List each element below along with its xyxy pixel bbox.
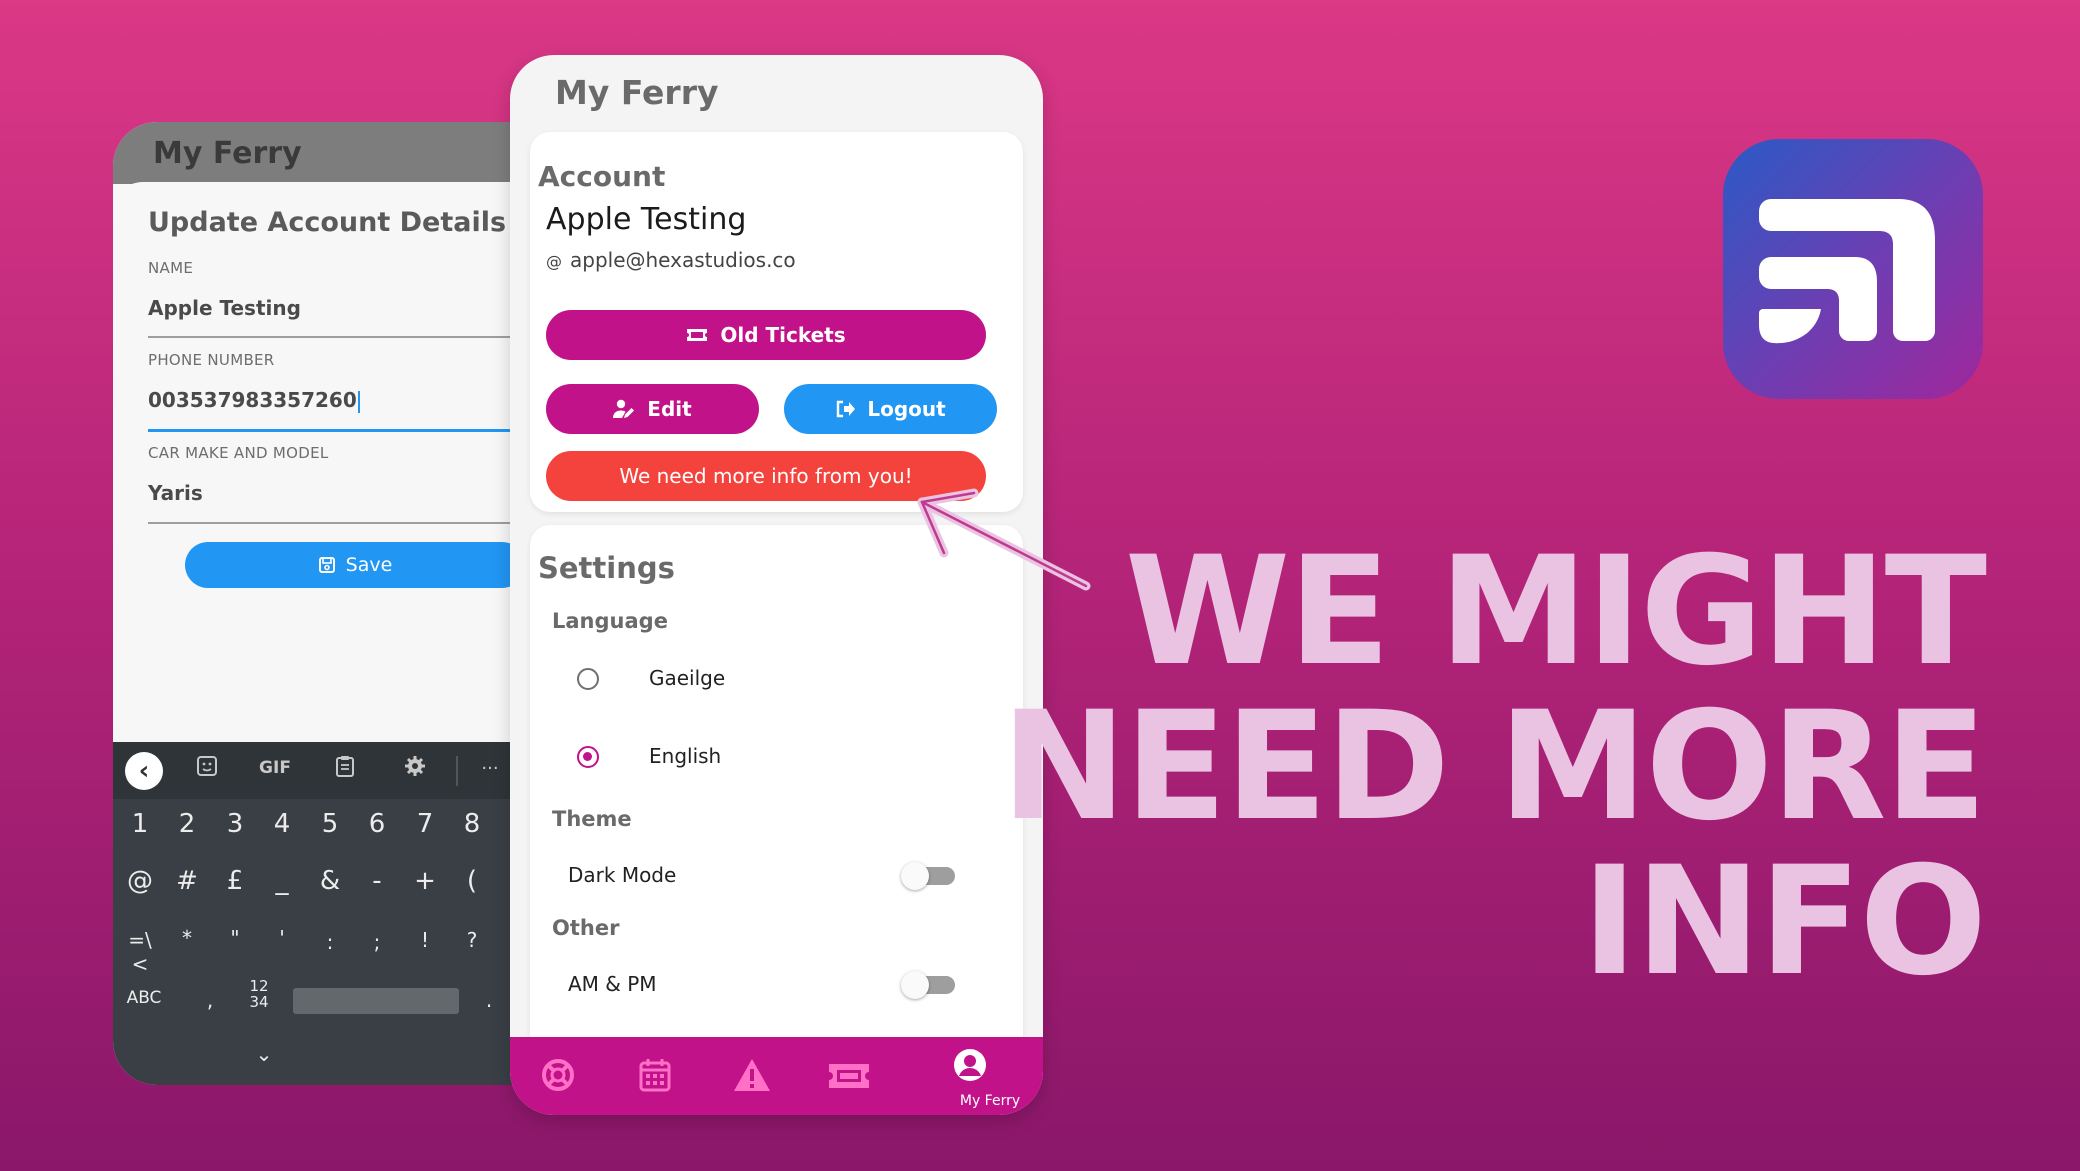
- text-caret: [357, 390, 360, 413]
- key[interactable]: 6: [357, 809, 397, 839]
- account-icon[interactable]: [950, 1047, 990, 1087]
- key[interactable]: 4: [262, 809, 302, 839]
- old-tickets-label: Old Tickets: [720, 323, 846, 347]
- key[interactable]: .: [479, 988, 499, 1012]
- logout-button[interactable]: Logout: [784, 384, 997, 434]
- radio-gaeilge[interactable]: [577, 668, 599, 690]
- theme-heading: Theme: [552, 807, 632, 831]
- key[interactable]: ;: [357, 930, 397, 954]
- option-gaeilge-label: Gaeilge: [649, 666, 726, 690]
- key[interactable]: ,: [190, 988, 230, 1012]
- key[interactable]: (: [452, 866, 492, 896]
- key[interactable]: !: [405, 928, 445, 952]
- toolbar-divider: [456, 756, 458, 786]
- email-text: apple@hexastudios.co: [570, 248, 796, 272]
- account-heading: Account: [538, 160, 666, 193]
- logout-icon: [837, 400, 856, 418]
- edit-label: Edit: [647, 397, 692, 421]
- abc-key[interactable]: ABC: [120, 988, 168, 1008]
- at-icon: @: [546, 252, 562, 271]
- calendar-icon[interactable]: [635, 1057, 675, 1097]
- logout-label: Logout: [867, 397, 946, 421]
- key[interactable]: ': [262, 926, 302, 950]
- settings-heading: Settings: [538, 551, 675, 585]
- headline-line-1: WE MIGHT: [1124, 525, 1987, 699]
- pointer-arrow: [917, 488, 1091, 591]
- name-field[interactable]: Apple Testing: [148, 296, 301, 320]
- help-lifebuoy-icon[interactable]: [538, 1057, 578, 1097]
- car-field[interactable]: Yaris: [148, 481, 203, 505]
- name-underline: [148, 336, 513, 338]
- phone-value: 003537983357260: [148, 388, 357, 412]
- app-title: My Ferry: [555, 73, 719, 112]
- ticket-icon[interactable]: [828, 1057, 869, 1097]
- key[interactable]: #: [167, 866, 207, 896]
- key[interactable]: 2: [167, 809, 207, 839]
- on-screen-keyboard: ‹ GIF ··· 1 2 3 4 5 6 7 8 @ # £ _ & - + …: [113, 742, 513, 1085]
- language-heading: Language: [552, 609, 668, 633]
- dark-mode-toggle[interactable]: [901, 862, 955, 890]
- car-underline: [148, 522, 513, 524]
- bottom-navigation: My Ferry: [510, 1037, 1043, 1115]
- phone-field[interactable]: 003537983357260: [148, 388, 360, 413]
- key[interactable]: 7: [405, 809, 445, 839]
- key[interactable]: 3: [215, 809, 255, 839]
- key[interactable]: *: [167, 926, 207, 950]
- name-label: NAME: [148, 259, 194, 277]
- key[interactable]: 8: [452, 809, 492, 839]
- phone-underline: [148, 429, 513, 432]
- phone-label: PHONE NUMBER: [148, 351, 275, 369]
- radio-english[interactable]: [577, 746, 599, 768]
- key[interactable]: =\<: [120, 928, 160, 976]
- ampm-toggle[interactable]: [901, 971, 955, 999]
- numpad-bottom: 34: [249, 993, 269, 1011]
- key[interactable]: -: [357, 866, 397, 896]
- update-account-screen: My Ferry Update Account Details NAME App…: [113, 122, 513, 1085]
- sticker-icon[interactable]: [190, 754, 224, 784]
- keyboard-toolbar: [113, 742, 513, 799]
- key[interactable]: &: [310, 866, 350, 896]
- key[interactable]: _: [262, 866, 302, 896]
- save-label: Save: [345, 554, 393, 576]
- key[interactable]: 1: [120, 809, 160, 839]
- numpad-key[interactable]: 12 34: [239, 978, 279, 1010]
- key[interactable]: £: [215, 866, 255, 896]
- form-title: Update Account Details: [148, 207, 507, 238]
- settings-gear-icon[interactable]: [398, 754, 432, 784]
- headline-line-3: INFO: [1581, 835, 1987, 1009]
- key[interactable]: ": [215, 926, 255, 950]
- dark-mode-label: Dark Mode: [568, 863, 677, 887]
- save-button[interactable]: Save: [185, 542, 513, 588]
- app-logo-icon: [1723, 139, 1983, 399]
- edit-button[interactable]: Edit: [546, 384, 759, 434]
- alert-icon[interactable]: [732, 1057, 772, 1097]
- key[interactable]: +: [405, 866, 445, 896]
- space-bar[interactable]: [293, 988, 459, 1014]
- headline-line-2: NEED MORE: [1001, 680, 1987, 854]
- keyboard-collapse-key[interactable]: ⌄: [244, 1042, 284, 1066]
- key[interactable]: ?: [452, 928, 492, 952]
- save-icon: [318, 557, 335, 573]
- key[interactable]: :: [310, 930, 350, 954]
- gif-button[interactable]: GIF: [258, 758, 292, 778]
- app-title: My Ferry: [153, 136, 302, 171]
- ampm-label: AM & PM: [568, 972, 657, 996]
- more-options-icon[interactable]: ···: [473, 758, 507, 779]
- keyboard-back-button[interactable]: ‹: [125, 752, 163, 790]
- nav-my-ferry-label: My Ferry: [959, 1093, 1021, 1109]
- other-heading: Other: [552, 916, 620, 940]
- option-english-label: English: [649, 744, 722, 768]
- account-email: @ apple@hexastudios.co: [546, 248, 796, 272]
- numpad-top: 12: [249, 977, 269, 995]
- old-tickets-button[interactable]: Old Tickets: [546, 310, 986, 360]
- key[interactable]: @: [120, 866, 160, 896]
- clipboard-icon[interactable]: [328, 754, 362, 784]
- user-edit-icon: [613, 399, 635, 418]
- ticket-icon: [687, 329, 708, 341]
- car-label: CAR MAKE AND MODEL: [148, 444, 329, 462]
- account-name: Apple Testing: [546, 202, 747, 237]
- key[interactable]: 5: [310, 809, 350, 839]
